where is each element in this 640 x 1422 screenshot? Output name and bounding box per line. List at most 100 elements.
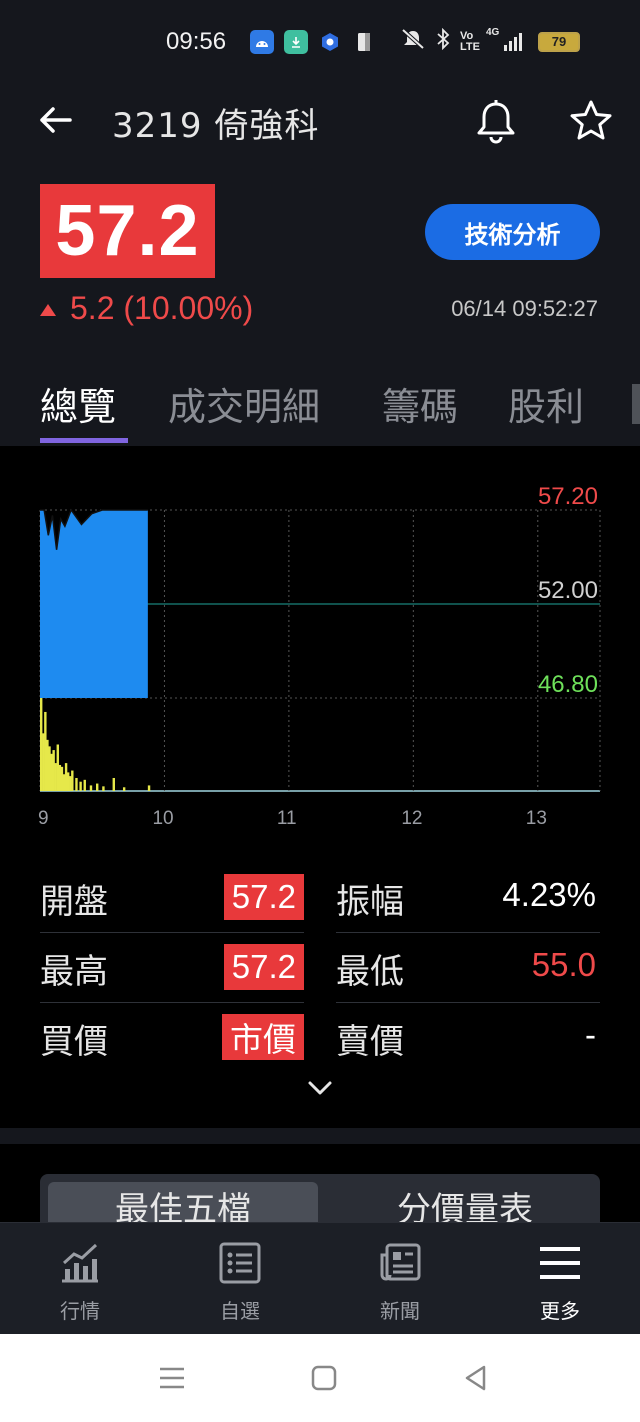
volume-bar [102,786,105,791]
stats-row-open: 開盤 57.2 振幅 4.23% [40,862,600,933]
tab-trade-detail[interactable]: 成交明細 [168,376,320,431]
volume-bar [44,711,47,791]
phone-app-icon [352,30,376,54]
section-divider [0,1128,640,1144]
intraday-chart: 57.20 52.00 46.80 9 10 11 12 13 [0,448,640,848]
best-five-tab[interactable]: 最佳五檔 [48,1182,318,1222]
status-bar: 09:56 Vo LTE 4G 79 [0,0,640,84]
volume-bar [75,777,78,791]
status-icons: Vo LTE 4G 79 [250,27,580,55]
volume-bar [52,750,55,791]
volume-bar [66,772,70,791]
android-app-icon [250,29,274,54]
nav-news[interactable]: 新聞 [320,1223,480,1335]
nav-more[interactable]: 更多 [480,1223,640,1335]
nav-watchlist[interactable]: 自選 [160,1223,320,1335]
low-value: 55.0 [531,946,596,983]
volume-bar [71,770,74,791]
price-change: 5.2 (10.00%) [40,290,253,327]
volume-bar [54,763,57,791]
volume-bar [56,744,59,791]
chevron-down-icon[interactable] [306,1078,334,1098]
amplitude-label: 振幅 [336,882,404,922]
open-value: 57.2 [223,874,304,920]
stats-row-bid: 買價 市價 賣價 - [40,1002,600,1072]
back-nav-icon[interactable] [460,1362,492,1394]
y-tick-label: 46.80 [538,671,598,698]
bluetooth-icon [436,27,450,55]
volume-bar [42,733,45,791]
nav-watchlist-label: 自選 [220,1299,260,1323]
volume-bar [79,781,82,791]
volume-bar [64,763,68,791]
ask-label: 賣價 [336,1022,404,1062]
back-arrow-icon[interactable] [36,100,76,140]
recent-apps-icon[interactable] [156,1362,188,1394]
ask-value: - [585,1016,596,1053]
tab-dividend[interactable]: 股利 [508,376,584,431]
price-area [40,510,148,698]
volume-bar [83,779,86,791]
stats-row-high: 最高 57.2 最低 55.0 [40,932,600,1003]
bell-icon[interactable] [474,98,518,144]
tab-chips[interactable]: 籌碼 [382,376,458,431]
download-app-icon [284,29,308,54]
stock-title: 3219 倚強科 [112,106,320,146]
x-tick-label: 12 [401,808,422,829]
volume-bar [122,787,126,791]
price-volume-tab[interactable]: 分價量表 [330,1182,600,1222]
volume-bar [89,785,93,791]
volume-bar [60,766,64,791]
nav-market[interactable]: 行情 [0,1223,160,1335]
battery-indicator: 79 [538,31,580,52]
signal-icon: 4G [486,27,522,51]
high-value: 57.2 [223,944,304,990]
quote-timestamp: 06/14 09:52:27 [451,296,598,321]
mute-icon [400,28,426,55]
volume-bar [40,698,43,791]
tab-bar: 總覽 成交明細 籌碼 股利 [0,374,640,446]
amplitude-value: 4.23% [502,876,596,913]
open-label: 開盤 [40,882,108,922]
star-icon[interactable] [568,98,614,144]
stock-header: 3219 倚強科 57.2 技術分析 5.2 (10.00%) 06/14 09… [0,84,640,446]
volume-bar [147,785,151,791]
current-price: 57.2 [40,184,215,278]
y-tick-label: 52.00 [538,577,598,604]
volume-bar [50,753,53,791]
y-tick-label: 57.20 [538,483,598,510]
chart-icon [62,1243,98,1283]
tab-overflow-indicator [632,384,640,424]
nav-news-label: 新聞 [380,1299,420,1323]
bottom-nav: 行情 自選 新聞 更多 [0,1222,640,1334]
volume-bar [58,764,62,791]
high-label: 最高 [40,952,108,992]
x-tick-label: 9 [38,808,49,829]
low-label: 最低 [336,952,404,992]
x-tick-label: 10 [152,808,173,829]
tab-overview[interactable]: 總覽 [40,376,116,431]
technical-analysis-button[interactable]: 技術分析 [425,204,600,260]
volume-bar [48,746,51,791]
volume-bar [96,783,99,791]
volume-bar [46,739,49,791]
order-book-segment: 最佳五檔 分價量表 [40,1174,600,1222]
x-tick-label: 13 [526,808,547,829]
x-tick-label: 11 [277,808,297,829]
nav-more-label: 更多 [540,1299,580,1323]
tab-active-indicator [40,438,128,443]
intraday-chart-svg: 57.20 52.00 46.80 9 10 11 12 13 [38,483,601,829]
up-triangle-icon [40,303,56,316]
status-time: 09:56 [166,28,227,55]
system-nav-bar [0,1334,640,1422]
bid-value: 市價 [222,1014,304,1060]
volume-bar [69,776,72,791]
browser-app-icon [318,30,342,54]
menu-icon [540,1247,580,1279]
price-change-value: 5.2 (10.00%) [70,290,254,326]
news-icon [380,1243,421,1281]
volte-icon: Vo LTE [460,29,480,53]
list-icon [219,1242,261,1284]
home-icon[interactable] [308,1362,340,1394]
bid-label: 買價 [40,1022,108,1062]
